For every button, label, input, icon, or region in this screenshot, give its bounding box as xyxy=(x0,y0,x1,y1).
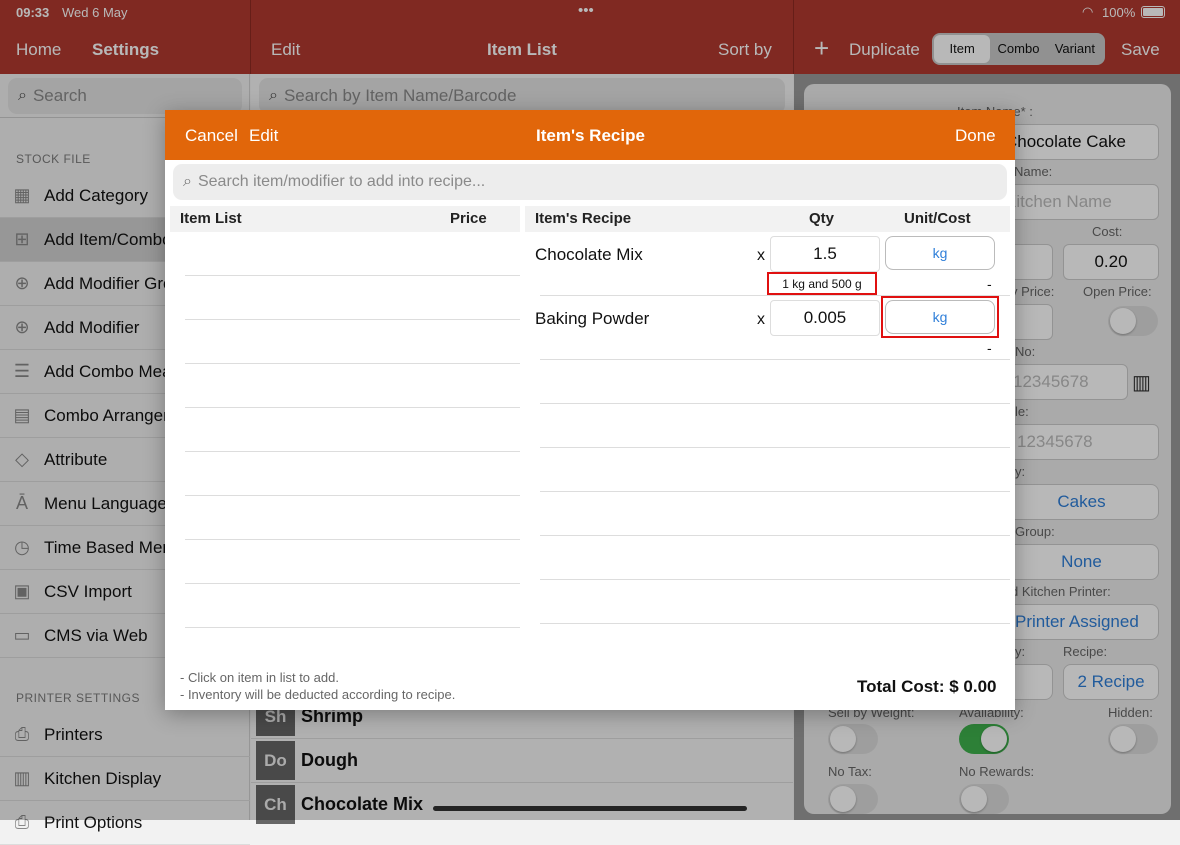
multiply-sign: x xyxy=(757,311,765,328)
divider xyxy=(540,535,1010,536)
recipe-item-name[interactable]: Baking Powder xyxy=(535,309,649,329)
divider xyxy=(185,627,520,628)
qty-conversion-note: 1 kg and 500 g xyxy=(767,272,877,295)
divider xyxy=(540,403,1010,404)
item-list-header: Item List Price xyxy=(170,206,520,232)
divider xyxy=(185,583,520,584)
modal-title: Item's Recipe xyxy=(536,126,645,145)
recipe-search-input[interactable]: ⌕ Search item/modifier to add into recip… xyxy=(173,164,1007,200)
search-icon: ⌕ xyxy=(183,173,192,190)
qty-input[interactable]: 0.005 xyxy=(770,300,880,336)
unit-highlight: kg xyxy=(881,296,999,338)
divider xyxy=(185,451,520,452)
multiply-sign: x xyxy=(757,247,765,264)
qty-input[interactable]: 1.5 xyxy=(770,236,880,272)
qty-value: 0.005 xyxy=(803,308,847,327)
item-list-column-header: Item List xyxy=(180,210,242,227)
unit-cost-value: - xyxy=(987,276,992,292)
price-column-header: Price xyxy=(450,210,487,227)
divider xyxy=(540,447,1010,448)
divider xyxy=(185,319,520,320)
total-cost: Total Cost: $ 0.00 xyxy=(857,677,997,696)
divider xyxy=(185,275,520,276)
qty-conversion-text: 1 kg and 500 g xyxy=(782,276,862,291)
divider xyxy=(540,359,1010,360)
unit-button[interactable]: kg xyxy=(885,236,995,270)
recipe-item-name[interactable]: Chocolate Mix xyxy=(535,245,643,265)
divider xyxy=(185,495,520,496)
divider xyxy=(540,491,1010,492)
unit-cost-value: - xyxy=(987,340,992,356)
unit-value: kg xyxy=(932,245,948,261)
cancel-button[interactable]: Cancel xyxy=(185,126,238,146)
divider xyxy=(540,579,1010,580)
done-button[interactable]: Done xyxy=(955,126,996,146)
divider xyxy=(540,623,1010,624)
divider xyxy=(185,539,520,540)
divider xyxy=(185,363,520,364)
unit-cost-column-header: Unit/Cost xyxy=(904,210,971,227)
modal-header: Cancel Edit Item's Recipe Done xyxy=(165,110,1015,160)
recipe-modal: Cancel Edit Item's Recipe Done ⌕ Search … xyxy=(165,110,1015,710)
unit-button[interactable]: kg xyxy=(885,300,995,334)
divider xyxy=(185,407,520,408)
recipe-column-header: Item's Recipe xyxy=(535,210,632,227)
edit-recipe-button[interactable]: Edit xyxy=(249,126,278,146)
recipe-header: Item's Recipe Qty Unit/Cost xyxy=(525,206,1010,232)
unit-value: kg xyxy=(932,309,948,325)
qty-value: 1.5 xyxy=(813,244,837,263)
hint-text: - Inventory will be deducted according t… xyxy=(180,687,456,702)
qty-column-header: Qty xyxy=(809,210,835,227)
recipe-search-placeholder: Search item/modifier to add into recipe.… xyxy=(197,173,486,190)
hint-text: - Click on item in list to add. xyxy=(180,670,339,685)
